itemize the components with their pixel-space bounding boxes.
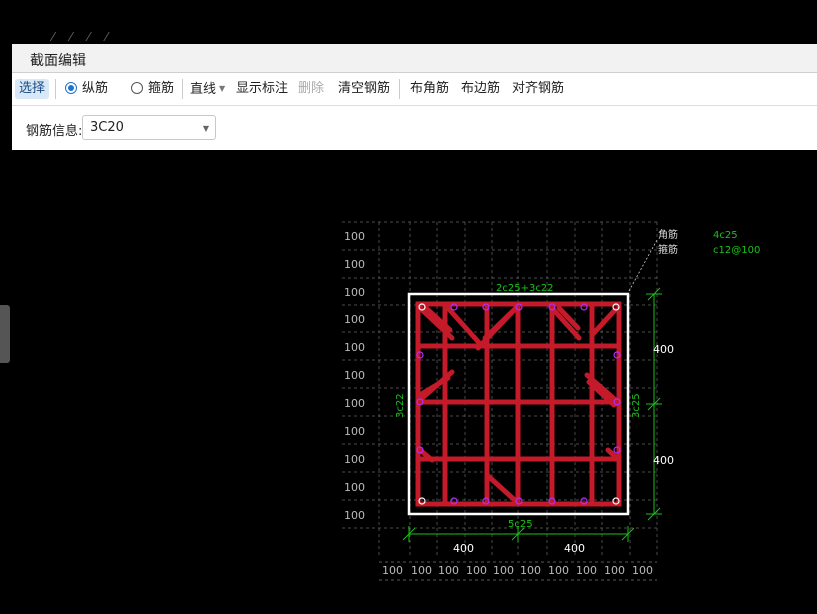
grid-label: 100 <box>344 397 365 410</box>
grid-label: 100 <box>344 453 365 466</box>
grid-label: 100 <box>344 230 365 243</box>
grid-label: 100 <box>344 369 365 382</box>
toolbar: 选择 纵筋 箍筋 直线 ▼ 显示标注 删除 清空钢筋 布角筋 布边筋 对齐钢筋 <box>12 73 817 106</box>
background-scribble: ⁄ ⁄ ⁄ ⁄ <box>52 30 114 44</box>
left-rebar-label: 3c22 <box>395 393 406 418</box>
grid-label: 100 <box>344 509 365 522</box>
caret-down-icon: ▼ <box>219 84 226 93</box>
stirrup-radio[interactable]: 箍筋 <box>131 79 174 99</box>
grid-label: 100 <box>344 286 365 299</box>
window-title: 截面编辑 <box>30 53 86 69</box>
rebar-info-label: 钢筋信息: <box>26 124 83 139</box>
legend-stirrup-value: c12@100 <box>713 245 760 256</box>
grid-label: 100 <box>632 564 653 577</box>
bottom-dim-right: 400 <box>564 542 585 555</box>
line-dropdown-label: 直线 <box>190 82 217 97</box>
grid-label: 100 <box>604 564 625 577</box>
delete-button[interactable]: 删除 <box>298 79 324 99</box>
grid-label: 100 <box>548 564 569 577</box>
title-bar: 截面编辑 <box>12 44 817 73</box>
grid-label: 100 <box>344 481 365 494</box>
clear-rebar-button[interactable]: 清空钢筋 <box>338 79 390 99</box>
align-rebar-button[interactable]: 对齐钢筋 <box>512 79 564 99</box>
section-canvas[interactable]: 100 100 100 100 100 100 100 100 100 100 … <box>12 150 817 610</box>
grid-label: 100 <box>438 564 459 577</box>
toolbar-divider <box>55 79 56 99</box>
rebar-info-select[interactable]: 3C20 ▼ <box>82 115 216 140</box>
edge-rebar-button[interactable]: 布边筋 <box>461 79 500 99</box>
grid-label: 100 <box>576 564 597 577</box>
grid-label: 100 <box>344 425 365 438</box>
section-editor-window: 截面编辑 选择 纵筋 箍筋 直线 ▼ 显示标注 删除 清空钢筋 布角筋 布边筋 对… <box>12 44 817 610</box>
side-panel-handle[interactable] <box>0 305 10 363</box>
legend-corner-value: 4c25 <box>713 230 738 241</box>
longitudinal-radio[interactable]: 纵筋 <box>65 79 108 99</box>
stirrup-radio-label: 箍筋 <box>148 81 175 96</box>
radio-selected-icon <box>65 82 77 94</box>
right-rebar-label: 3c25 <box>631 393 642 418</box>
select-button[interactable]: 选择 <box>15 79 50 99</box>
rebar-info-value: 3C20 <box>90 120 124 135</box>
longitudinal-radio-label: 纵筋 <box>82 81 109 96</box>
grid-label: 100 <box>466 564 487 577</box>
grid-label: 100 <box>411 564 432 577</box>
right-dim-bottom: 400 <box>653 454 674 467</box>
line-dropdown[interactable]: 直线 ▼ <box>190 79 225 99</box>
legend-corner-label: 角筋 <box>658 228 678 241</box>
bottom-dim-left: 400 <box>453 542 474 555</box>
top-rebar-label: 2c25+3c22 <box>496 283 554 294</box>
grid-label: 100 <box>344 313 365 326</box>
show-annotation-button[interactable]: 显示标注 <box>236 79 288 99</box>
legend-leader-line <box>628 239 658 292</box>
rebar-info-bar: 钢筋信息: 3C20 ▼ <box>12 106 817 150</box>
grid-label: 100 <box>344 258 365 271</box>
grid-label: 100 <box>382 564 403 577</box>
grid-labels-bottom: 100 100 100 100 100 100 100 100 100 100 <box>382 564 653 577</box>
bottom-rebar-label: 5c25 <box>508 519 533 530</box>
grid-label: 100 <box>344 341 365 354</box>
chevron-down-icon: ▼ <box>202 124 209 133</box>
radio-unselected-icon <box>131 82 143 94</box>
grid-label: 100 <box>493 564 514 577</box>
corner-rebar-button[interactable]: 布角筋 <box>410 79 449 99</box>
toolbar-divider <box>182 79 183 99</box>
right-dim-top: 400 <box>653 343 674 356</box>
toolbar-divider <box>399 79 400 99</box>
grid-label: 100 <box>520 564 541 577</box>
legend-stirrup-label: 箍筋 <box>658 243 678 256</box>
grid-labels-left: 100 100 100 100 100 100 100 100 100 100 … <box>344 230 365 522</box>
